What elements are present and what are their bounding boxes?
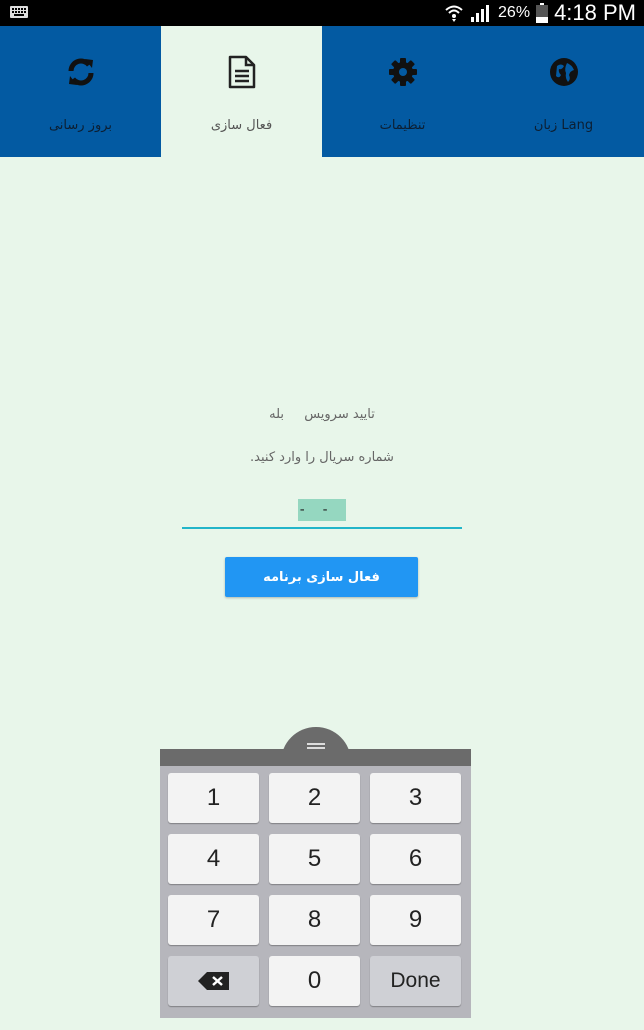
serial-input[interactable] bbox=[298, 499, 346, 521]
key-8[interactable]: 8 bbox=[269, 895, 360, 945]
clock: 4:18 PM bbox=[554, 0, 636, 25]
key-done[interactable]: Done bbox=[370, 956, 461, 1006]
service-value: بله bbox=[269, 407, 285, 422]
key-7[interactable]: 7 bbox=[168, 895, 259, 945]
activate-button[interactable]: فعال سازی برنامه bbox=[225, 557, 418, 597]
keyboard-top-bar bbox=[160, 749, 471, 767]
key-5[interactable]: 5 bbox=[269, 834, 360, 884]
battery-icon bbox=[536, 3, 549, 23]
numeric-keyboard: 1 2 3 4 5 6 7 8 9 0 Done bbox=[160, 766, 471, 1018]
key-6[interactable]: 6 bbox=[370, 834, 461, 884]
top-tab-bar: بروز رسانی فعال سازی تنظیمات زبان Lang bbox=[0, 26, 644, 157]
refresh-icon bbox=[63, 54, 99, 90]
serial-field[interactable] bbox=[182, 497, 462, 529]
tab-update[interactable]: بروز رسانی bbox=[0, 26, 161, 157]
tab-label: تنظیمات bbox=[379, 118, 426, 133]
tab-label: فعال سازی bbox=[210, 118, 273, 133]
tab-language[interactable]: زبان Lang bbox=[483, 26, 644, 157]
tab-activation[interactable]: فعال سازی bbox=[161, 26, 322, 157]
service-status: تایید سرویس بله bbox=[0, 407, 644, 422]
key-2[interactable]: 2 bbox=[269, 773, 360, 823]
key-0[interactable]: 0 bbox=[269, 956, 360, 1006]
document-icon bbox=[224, 54, 260, 90]
battery-percent: 26% bbox=[498, 4, 531, 21]
signal-icon bbox=[471, 5, 490, 22]
key-4[interactable]: 4 bbox=[168, 834, 259, 884]
key-1[interactable]: 1 bbox=[168, 773, 259, 823]
keyboard-icon bbox=[10, 6, 28, 18]
status-bar: 26% 4:18 PM bbox=[0, 0, 644, 26]
key-3[interactable]: 3 bbox=[370, 773, 461, 823]
globe-icon bbox=[546, 54, 582, 90]
key-backspace[interactable] bbox=[168, 956, 259, 1006]
tab-label: زبان Lang bbox=[533, 118, 594, 133]
serial-hint: شماره سریال را وارد کنید. bbox=[250, 450, 394, 465]
service-label: تایید سرویس bbox=[304, 407, 375, 422]
backspace-icon bbox=[197, 972, 229, 990]
wifi-icon bbox=[445, 5, 463, 22]
gear-icon bbox=[385, 54, 421, 90]
tab-label: بروز رسانی bbox=[48, 118, 113, 133]
handle-grip-icon bbox=[307, 743, 325, 745]
key-9[interactable]: 9 bbox=[370, 895, 461, 945]
tab-settings[interactable]: تنظیمات bbox=[322, 26, 483, 157]
